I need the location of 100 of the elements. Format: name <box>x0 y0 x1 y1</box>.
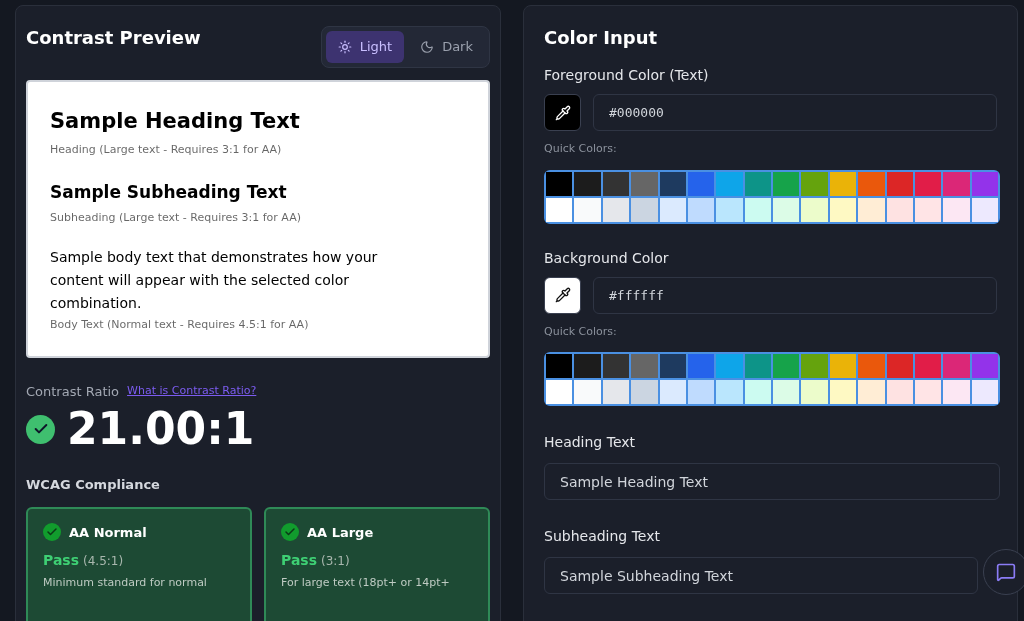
color-swatch[interactable] <box>914 380 942 404</box>
field-label: Subheading Text <box>544 527 661 546</box>
color-swatch[interactable] <box>659 380 686 404</box>
color-swatch[interactable] <box>858 171 885 196</box>
hex-input-field[interactable]: #000000 <box>593 94 997 131</box>
sample-body: Sample body text that demonstrates how your content will appear with the selected color combination. <box>50 248 379 313</box>
compliance-level: AA Large <box>307 523 374 542</box>
color-swatch[interactable] <box>886 171 913 196</box>
color-swatch[interactable] <box>744 354 771 378</box>
color-swatch[interactable] <box>914 171 942 196</box>
check-icon <box>281 523 299 542</box>
field-label: Foreground Color (Text) <box>544 66 710 85</box>
color-swatch[interactable] <box>801 380 828 404</box>
moon-icon <box>420 40 435 54</box>
color-swatch[interactable] <box>574 354 601 378</box>
subheading-note: Subheading (Large text - Requires 3:1 for AA) <box>50 209 302 226</box>
color-swatch[interactable] <box>886 354 913 378</box>
color-swatch[interactable] <box>829 197 857 222</box>
color-swatch[interactable] <box>687 354 715 378</box>
color-swatch[interactable] <box>716 354 743 378</box>
color-swatch[interactable] <box>602 171 630 196</box>
color-swatch[interactable] <box>631 197 658 222</box>
color-swatch[interactable] <box>631 380 658 404</box>
check-icon <box>43 523 61 542</box>
color-swatch[interactable] <box>546 197 573 222</box>
color-swatch[interactable] <box>914 197 942 222</box>
eyedropper-icon <box>554 104 571 121</box>
color-swatch[interactable] <box>801 197 828 222</box>
color-swatch[interactable] <box>744 197 771 222</box>
color-swatch[interactable] <box>943 171 970 196</box>
color-swatch[interactable] <box>574 380 601 404</box>
color-picker-button[interactable] <box>544 276 581 314</box>
color-swatch[interactable] <box>829 380 857 404</box>
color-swatch[interactable] <box>886 197 913 222</box>
color-swatch[interactable] <box>546 171 573 196</box>
sample-heading: Sample Heading Text <box>50 108 301 135</box>
color-swatch[interactable] <box>943 380 970 404</box>
compliance-level: AA Normal <box>69 523 147 542</box>
compliance-title: WCAG Compliance <box>26 476 161 494</box>
chat-icon <box>996 562 1016 582</box>
color-swatch[interactable] <box>886 380 913 404</box>
color-picker-button[interactable] <box>544 94 581 131</box>
color-swatch[interactable] <box>971 197 998 222</box>
compliance-requirement: (4.5:1) <box>83 553 124 570</box>
compliance-description: For large text (18pt+ or 14pt+ <box>281 575 451 591</box>
color-swatch[interactable] <box>687 380 715 404</box>
color-swatch[interactable] <box>631 171 658 196</box>
color-swatch[interactable] <box>716 197 743 222</box>
color-swatch[interactable] <box>773 380 800 404</box>
sample-subheading: Sample Subheading Text <box>50 181 288 204</box>
color-swatch[interactable] <box>943 354 970 378</box>
ratio-label: Contrast Ratio <box>26 382 120 401</box>
color-swatch[interactable] <box>659 354 686 378</box>
color-swatch[interactable] <box>858 197 885 222</box>
compliance-description: Minimum standard for normal <box>43 575 208 591</box>
color-swatch[interactable] <box>829 171 857 196</box>
color-swatch[interactable] <box>574 171 601 196</box>
color-swatch[interactable] <box>716 171 743 196</box>
hex-input-field[interactable]: #ffffff <box>593 276 997 314</box>
color-swatch[interactable] <box>773 354 800 378</box>
text-input-field[interactable]: Sample Subheading Text <box>544 557 978 594</box>
panel-title: Color Input <box>544 26 659 50</box>
compliance-requirement: (3:1) <box>321 553 350 570</box>
color-swatch[interactable] <box>687 197 715 222</box>
color-swatch[interactable] <box>602 354 630 378</box>
field-label: Background Color <box>544 248 670 268</box>
color-swatch[interactable] <box>659 197 686 222</box>
color-swatch[interactable] <box>716 380 743 404</box>
color-swatch[interactable] <box>773 171 800 196</box>
color-swatch[interactable] <box>602 380 630 404</box>
theme-tab[interactable]: Dark <box>408 31 485 63</box>
color-swatch[interactable] <box>801 354 828 378</box>
color-swatch[interactable] <box>943 197 970 222</box>
field-label: Heading Text <box>544 433 637 452</box>
heading-note: Heading (Large text - Requires 3:1 for AA) <box>50 141 283 158</box>
color-swatch[interactable] <box>631 354 658 378</box>
ratio-help-link[interactable]: What is Contrast Ratio? <box>127 383 257 400</box>
color-swatch[interactable] <box>574 197 601 222</box>
text-input-field[interactable]: Sample Heading Text <box>544 463 1000 500</box>
color-swatch[interactable] <box>801 171 828 196</box>
color-swatch[interactable] <box>744 171 771 196</box>
color-swatch[interactable] <box>971 354 998 378</box>
contrast-ratio: 21.00:1 <box>67 403 255 455</box>
eyedropper-icon <box>554 287 571 303</box>
color-swatch[interactable] <box>914 354 942 378</box>
color-swatch[interactable] <box>858 380 885 404</box>
compliance-status: Pass <box>281 551 317 570</box>
theme-tab[interactable]: Light <box>325 31 405 63</box>
color-swatch[interactable] <box>687 171 715 196</box>
color-swatch[interactable] <box>659 171 686 196</box>
color-swatch[interactable] <box>773 197 800 222</box>
color-swatch[interactable] <box>546 380 573 404</box>
color-swatch[interactable] <box>971 380 998 404</box>
color-swatch[interactable] <box>546 354 573 378</box>
color-swatch[interactable] <box>858 354 885 378</box>
color-swatch[interactable] <box>971 171 998 196</box>
quick-colors-label: Quick Colors: <box>544 323 618 340</box>
color-swatch[interactable] <box>602 197 630 222</box>
color-swatch[interactable] <box>744 380 771 404</box>
color-swatch[interactable] <box>829 354 857 378</box>
